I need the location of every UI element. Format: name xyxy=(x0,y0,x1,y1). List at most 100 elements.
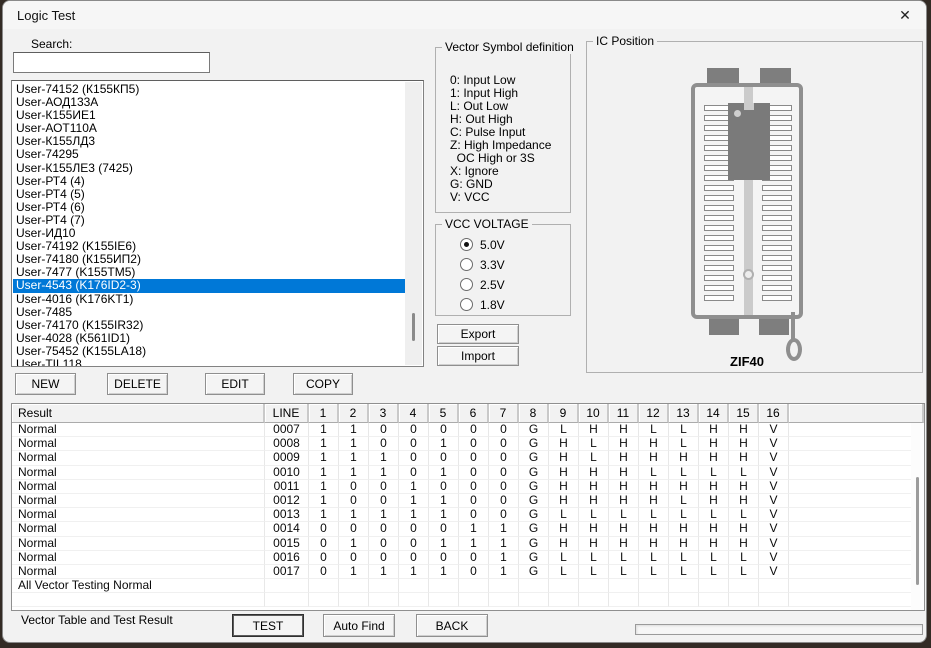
result-table: Result LINE 1 2 3 4 5 6 7 8 9 10 11 12 13 14 15 16 Normal… xyxy=(11,403,925,611)
radio-icon[interactable] xyxy=(460,278,473,291)
table-row[interactable]: Normal 0016 0 0 0 0 0 0 1 G L L L L L L L V xyxy=(12,550,924,565)
scrollbar-thumb[interactable] xyxy=(916,477,919,585)
column-header[interactable]: 8 xyxy=(519,404,549,423)
line-cell xyxy=(265,593,309,608)
column-header[interactable]: 16 xyxy=(759,404,789,423)
column-header[interactable]: 13 xyxy=(669,404,699,423)
column-header[interactable]: 11 xyxy=(609,404,639,423)
table-row[interactable]: Normal 0012 1 0 0 1 1 0 0 G H H H H L H H V xyxy=(12,493,924,509)
table-row[interactable]: Normal 0013 1 1 1 1 1 0 0 G L L L L L L L V xyxy=(12,508,924,523)
table-row[interactable]: Normal 0015 0 1 0 0 1 1 1 G H H H H H H H V xyxy=(12,536,924,551)
vector-symbol-lines: 0: Input Low 1: Input High L: Out Low H: Ou… xyxy=(450,74,551,204)
list-item[interactable]: User-РТ4 (5) xyxy=(13,188,405,201)
list-item[interactable]: User-7477 (K155TM5) xyxy=(13,266,405,279)
vcc-option[interactable]: 1.8V xyxy=(460,297,505,312)
radio-icon[interactable] xyxy=(460,258,473,271)
export-button[interactable]: Export xyxy=(437,324,519,344)
column-header[interactable]: 2 xyxy=(339,404,369,423)
vector-cell: H xyxy=(609,536,639,551)
table-row[interactable]: Normal 0014 0 0 0 0 0 1 1 G H H H H H H H V xyxy=(12,522,924,537)
column-header[interactable] xyxy=(789,404,924,423)
vector-cell: H xyxy=(579,522,609,537)
vector-cell xyxy=(309,579,339,594)
vector-cell: H xyxy=(639,479,669,494)
table-row[interactable]: Normal 0011 1 0 0 1 0 0 0 G H H H H H H H V xyxy=(12,479,924,494)
column-header[interactable]: 12 xyxy=(639,404,669,423)
column-header[interactable]: 10 xyxy=(579,404,609,423)
list-item[interactable]: User-АОД133А xyxy=(13,96,405,109)
search-input[interactable] xyxy=(13,52,210,73)
list-item[interactable]: User-ИД10 xyxy=(13,227,405,240)
device-list[interactable]: User-74152 (К155КП5) User-АОД133А User-К15… xyxy=(11,80,424,367)
column-header[interactable]: LINE xyxy=(265,404,309,423)
list-item[interactable]: User-75452 (K155LA18) xyxy=(13,345,405,358)
list-item[interactable]: User-4028 (K561ID1) xyxy=(13,332,405,345)
vector-cell: H xyxy=(699,423,729,438)
auto-find-button[interactable]: Auto Find xyxy=(323,614,395,637)
column-header[interactable]: Result xyxy=(12,404,265,423)
list-item[interactable]: User-АОТ110А xyxy=(13,122,405,135)
vcc-option[interactable]: 5.0V xyxy=(460,238,505,252)
table-row[interactable]: Normal 0007 1 1 0 0 0 0 0 G L H H L L H H V xyxy=(12,423,924,438)
scrollbar-thumb[interactable] xyxy=(412,313,415,341)
vcc-option[interactable]: 3.3V xyxy=(460,258,505,272)
column-header[interactable]: 7 xyxy=(489,404,519,423)
vector-cell: H xyxy=(729,522,759,537)
table-row[interactable]: Normal 0008 1 1 0 0 1 0 0 G H L H H L H H V xyxy=(12,437,924,452)
list-item[interactable]: User-К155ЛЕ3 (7425) xyxy=(13,162,405,175)
column-header[interactable]: 5 xyxy=(429,404,459,423)
pin-slot xyxy=(762,205,792,211)
list-item[interactable]: User-74295 xyxy=(13,148,405,161)
edit-button[interactable]: EDIT xyxy=(205,373,265,395)
close-icon[interactable]: ✕ xyxy=(894,4,916,26)
vector-cell: G xyxy=(519,423,549,438)
vector-cell xyxy=(699,593,729,608)
vector-cell: H xyxy=(639,451,669,466)
column-header[interactable]: 1 xyxy=(309,404,339,423)
back-button[interactable]: BACK xyxy=(416,614,488,637)
new-button[interactable]: NEW xyxy=(15,373,76,395)
list-item[interactable]: User-РТ4 (7) xyxy=(13,214,405,227)
pin-slot xyxy=(762,265,792,271)
list-item[interactable]: User-7485 xyxy=(13,306,405,319)
table-row[interactable]: All Vector Testing Normal xyxy=(12,579,924,594)
copy-button[interactable]: COPY xyxy=(293,373,353,395)
radio-icon[interactable] xyxy=(460,238,473,251)
radio-icon[interactable] xyxy=(460,298,473,311)
vector-cell: 0 xyxy=(339,550,369,565)
column-header[interactable]: 9 xyxy=(549,404,579,423)
list-item[interactable]: User-4016 (K176KT1) xyxy=(13,293,405,306)
column-header[interactable]: 3 xyxy=(369,404,399,423)
list-item[interactable]: User-РТ4 (6) xyxy=(13,201,405,214)
vcc-option[interactable]: 2.5V xyxy=(460,278,505,292)
vector-cell: 0 xyxy=(399,451,429,466)
list-item[interactable]: User-74180 (К155ИП2) xyxy=(13,253,405,266)
vector-cell xyxy=(519,579,549,594)
table-row[interactable]: Normal 0017 0 1 1 1 1 0 1 G L L L L L L L V xyxy=(12,564,924,580)
list-item[interactable]: User-К155ЛД3 xyxy=(13,135,405,148)
list-item[interactable]: User-4543 (K176ID2-3) xyxy=(13,279,405,293)
vector-cell: 1 xyxy=(459,522,489,537)
vector-cell: 0 xyxy=(369,479,399,494)
table-row[interactable]: Normal 0009 1 1 1 0 0 0 0 G H L H H H H H V xyxy=(12,451,924,466)
vector-cell: 0 xyxy=(429,423,459,438)
delete-button[interactable]: DELETE xyxy=(107,373,168,395)
column-header[interactable]: 4 xyxy=(399,404,429,423)
vector-cell: V xyxy=(759,423,789,438)
import-button[interactable]: Import xyxy=(437,346,519,366)
list-item[interactable]: User-РТ4 (4) xyxy=(13,175,405,188)
list-item[interactable]: User-74170 (K155IR32) xyxy=(13,319,405,332)
column-header[interactable]: 15 xyxy=(729,404,759,423)
list-item[interactable]: User-К155ИЕ1 xyxy=(13,109,405,122)
device-list-scrollbar[interactable] xyxy=(405,82,422,365)
result-table-scrollbar[interactable] xyxy=(911,423,924,610)
column-header[interactable]: 6 xyxy=(459,404,489,423)
column-header[interactable]: 14 xyxy=(699,404,729,423)
vcc-option-label: 1.8V xyxy=(480,297,505,312)
table-row[interactable] xyxy=(12,593,924,608)
list-item[interactable]: User-TIL118 xyxy=(13,358,405,366)
list-item[interactable]: User-74152 (К155КП5) xyxy=(13,83,405,96)
list-item[interactable]: User-74192 (K155IE6) xyxy=(13,240,405,253)
table-row[interactable]: Normal 0010 1 1 1 0 1 0 0 G H H H L L L L V xyxy=(12,465,924,480)
test-button[interactable]: TEST xyxy=(232,614,304,637)
